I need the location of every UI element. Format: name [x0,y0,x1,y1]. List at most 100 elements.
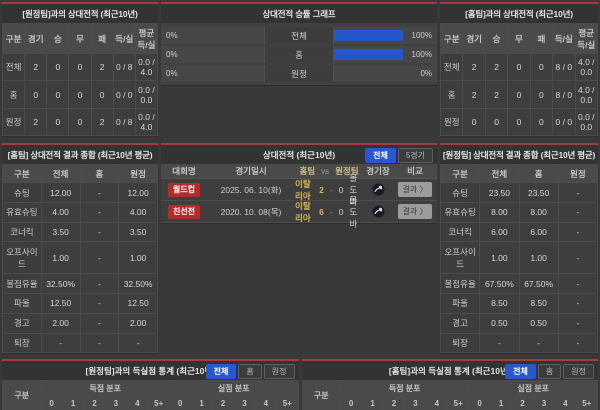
stat-cell: - [40,332,81,354]
stat-cell: 4.0 / 0.0 [574,80,599,109]
stat-cell: 6.00 [518,221,559,243]
stat-cell: - [557,293,599,314]
filter-home-button[interactable]: 홈 [537,364,562,380]
stat-cell: - [79,273,120,295]
stat-cell: - [118,332,158,354]
filter-all-button[interactable]: 전체 [205,364,237,380]
filter-5games-button[interactable]: 5경기 [397,148,433,164]
stat-cell: 6.00 [479,221,520,243]
panel-h2h-matches: 상대전적 (최근10년) 전체 5경기 대회명 경기일시 홈팀 vs 원정팀 경… [161,143,437,229]
column-header: 승 [484,23,509,54]
filter-away-button[interactable]: 원정 [563,364,594,380]
table-row: 오프사이드 1.00 1.00- [439,241,599,275]
row-label: 볼점유율 [439,273,481,295]
row-label: 전체 [1,52,26,82]
header-row: 구분 경기 승 무 패 득/실 평균 득/실 [1,23,159,54]
table-row: 전체 2 2 0 0 8 / 0 4.0 / 0.0 [439,52,599,82]
stat-cell: 2 [24,52,48,82]
bin-header: 1 [190,396,213,410]
table-row: 원정 2 0 0 2 0 / 8 0.0 / 4.0 [1,107,159,137]
column-header: 득/실 [112,23,136,54]
table-row: 퇴장 - - - [439,332,599,354]
goal-stats-away-table: 구분득점 분포실점 분포012345+012345+전반전2100.0%----… [1,380,299,410]
match-teams: 이탈리아 6-0 몰도바 [295,194,363,230]
league-cell: 월드컵 [161,182,207,197]
venue-cell [363,205,393,218]
column-header: 전체 [479,164,520,184]
stat-cell: 23.50 [518,182,559,203]
bin-header: 5+ [447,396,470,410]
summary-away-table: 구분 전체 홈 원정 슈팅 23.50 23.50- 유효슈팅 8.00 8.00- 코너킥 6.00… [439,164,599,354]
home-winrate-track: 0% [161,27,264,44]
column-header: 구분 [1,23,26,54]
compare-cell: 결과 〉 [393,204,437,220]
home-winrate-percent: 0% [166,69,178,78]
winrate-graph: 0% 전체 100% 0% 홈 100% 0% 원정 0% [161,23,437,85]
stat-cell: 0 / 0 [112,80,136,109]
stat-cell: - [79,182,120,203]
stat-cell: 4.0 / 0.0 [574,52,599,82]
panel-winrate-graph: 상대전적 승률 그래프 0% 전체 100% 0% 홈 100% 0% 원정 0% [161,2,437,86]
home-winrate-percent: 0% [166,31,178,40]
stat-cell: 2 [90,107,114,137]
winrate-row-label: 전체 [264,27,334,44]
stat-cell: - [557,273,599,295]
away-winrate-bar [334,49,403,60]
column-header: 득/실 [552,23,576,54]
result-button[interactable]: 결과 〉 [397,182,433,198]
row-label: 경고 [439,312,481,334]
goal-stats-titlebar: [원정팀]과의 득실점 통계 (최근10년) 전체 홈 원정 [2,361,299,381]
stat-cell: 0 [462,107,486,137]
home-winrate-track: 0% [161,65,264,82]
panel-title: 상대전적 승률 그래프 [161,4,437,23]
stat-cell: 0 [68,80,92,109]
stat-cell: - [557,241,599,275]
stat-cell: 2 [90,52,114,82]
column-header: 원정 [118,164,158,184]
league-badge: 친선전 [167,204,201,219]
stat-cell: 0.0 / 4.0 [134,52,159,82]
stat-cell: - [79,241,120,275]
panel-title: [원정팀] 상대전적 결과 종합 (최근10년 평균) [440,145,598,165]
bin-header: 5+ [147,396,170,410]
stat-cell: - [79,332,120,354]
bin-header: 5+ [276,396,299,410]
home-winrate-track: 0% [161,46,264,63]
column-header: 구분 [2,164,42,184]
col-header-date: 경기일시 [235,166,267,177]
column-header: 구분 [439,23,464,54]
row-label: 홈 [439,80,464,109]
bin-header: 4 [254,396,278,410]
table-row: 퇴장 - - - [2,332,158,354]
table-row: 슈팅 12.00-12.00 [2,182,158,203]
result-button[interactable]: 결과 〉 [397,204,433,220]
away-winrate-track: 100% [334,46,437,63]
row-label: 코너킥 [439,221,481,243]
stat-cell: 1.00 [479,241,520,275]
panel-summary-away: [원정팀] 상대전적 결과 종합 (최근10년 평균) 구분 전체 홈 원정 슈팅 23.… [439,143,599,355]
group-header: 실점 분포 [468,380,598,398]
winrate-row-label: 홈 [264,46,334,63]
stat-cell: 0 [90,80,114,109]
filter-away-button[interactable]: 원정 [263,364,295,380]
away-winrate-percent: 100% [411,31,432,40]
column-header: 구분 [1,380,42,410]
header-row: 구분 득점 분포 실점 분포 [1,380,299,410]
filter-home-button[interactable]: 홈 [238,364,262,380]
table-row: 경고 2.00-2.00 [2,312,158,334]
filter-all-button[interactable]: 전체 [505,364,536,380]
column-header: 홈 [518,164,559,184]
stat-cell: 0 [68,107,92,137]
column-header: 전체 [40,164,81,184]
goal-stats-home-table: 구분득점 분포실점 분포012345+012345+전반전-150.0%---1… [301,380,599,410]
matches-rows: 월드컵 2025. 06. 10(화) 이탈리아 2-0 몰도바 결과 〉 친선전 2020.… [161,173,437,229]
filter-all-button[interactable]: 전체 [365,148,396,164]
column-header: 평균 득/실 [134,23,159,54]
row-label: 슈팅 [2,182,42,203]
stat-cell: 0 / 8 [112,107,136,137]
stat-cell: 1.00 [518,241,559,275]
row-label: 원정 [1,107,26,137]
row-label: 경고 [2,312,42,334]
group-header: 득점 분포 [339,380,470,398]
stat-cell: 8.00 [518,201,559,223]
